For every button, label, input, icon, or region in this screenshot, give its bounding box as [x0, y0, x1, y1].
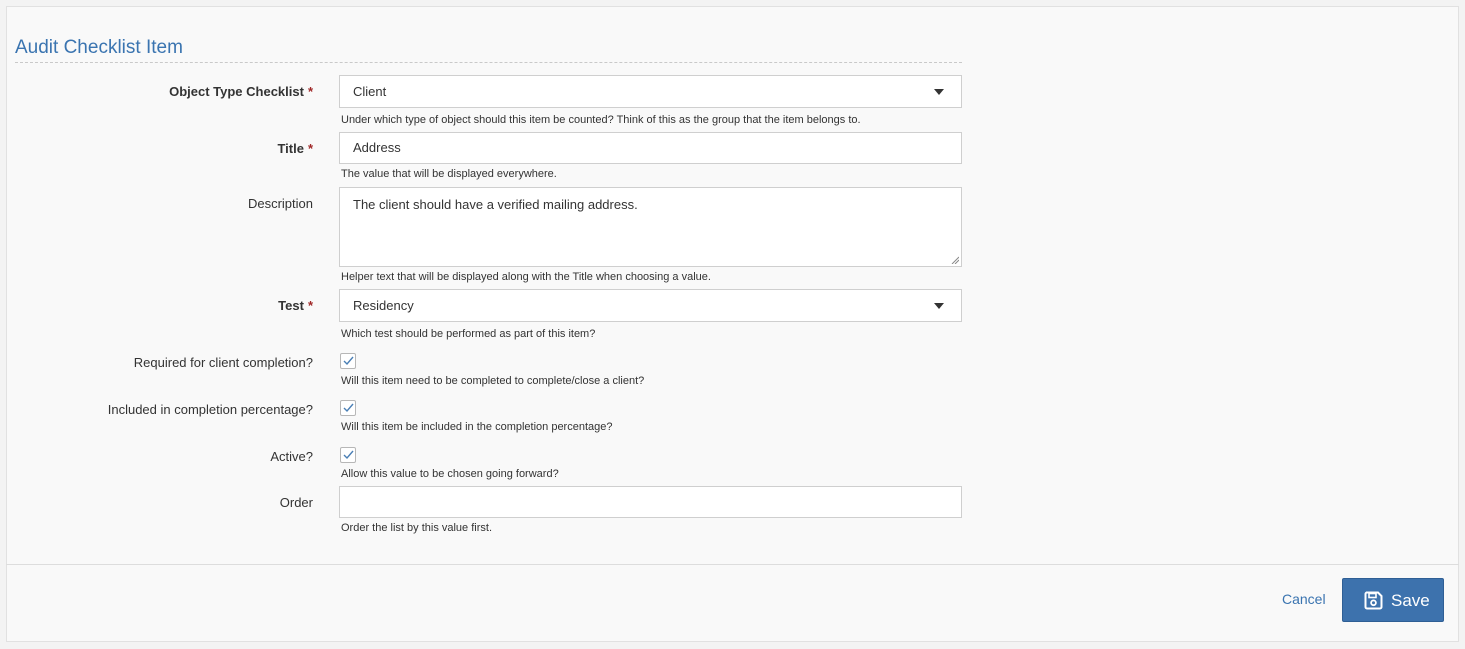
- checkmark-icon: [343, 356, 354, 366]
- required-marker: *: [307, 84, 313, 99]
- required-marker: *: [307, 298, 313, 313]
- description-value: The client should have a verified mailin…: [353, 197, 638, 212]
- active-help: Allow this value to be chosen going forw…: [341, 468, 559, 480]
- caret-down-icon: [934, 89, 944, 95]
- object-type-label-text: Object Type Checklist: [169, 84, 304, 99]
- included-percentage-help: Will this item be included in the comple…: [341, 421, 613, 433]
- title-value: Address: [353, 140, 401, 155]
- description-label: Description: [247, 196, 313, 211]
- test-label: Test *: [278, 298, 313, 313]
- included-percentage-label: Included in completion percentage?: [107, 402, 313, 417]
- checkmark-icon: [343, 450, 354, 460]
- footer-divider: [6, 564, 1459, 565]
- required-marker: *: [307, 141, 313, 156]
- description-help: Helper text that will be displayed along…: [341, 271, 711, 283]
- object-type-label: Object Type Checklist *: [169, 84, 313, 99]
- object-type-select[interactable]: Client: [339, 75, 962, 108]
- page-title: Audit Checklist Item: [15, 37, 183, 58]
- test-value: Residency: [353, 298, 414, 313]
- title-divider: [15, 62, 962, 63]
- active-checkbox[interactable]: [340, 447, 356, 463]
- test-help: Which test should be performed as part o…: [341, 328, 596, 340]
- description-textarea[interactable]: The client should have a verified mailin…: [339, 187, 962, 267]
- active-label: Active?: [270, 449, 313, 464]
- save-button[interactable]: Save: [1342, 578, 1444, 622]
- title-label-text: Title: [277, 141, 304, 156]
- cancel-button[interactable]: Cancel: [1282, 591, 1326, 607]
- title-input[interactable]: Address: [339, 132, 962, 164]
- required-completion-checkbox[interactable]: [340, 353, 356, 369]
- order-help: Order the list by this value first.: [341, 522, 492, 534]
- caret-down-icon: [934, 303, 944, 309]
- object-type-help: Under which type of object should this i…: [341, 114, 861, 126]
- test-label-text: Test: [278, 298, 304, 313]
- object-type-value: Client: [353, 84, 387, 99]
- title-label: Title *: [277, 141, 313, 156]
- required-completion-help: Will this item need to be completed to c…: [341, 375, 645, 387]
- floppy-disk-icon: [1364, 591, 1383, 610]
- resize-grip-icon[interactable]: [951, 256, 959, 264]
- order-label: Order: [279, 495, 313, 510]
- test-select[interactable]: Residency: [339, 289, 962, 322]
- order-input[interactable]: [339, 486, 962, 518]
- save-label: Save: [1391, 591, 1430, 610]
- included-percentage-checkbox[interactable]: [340, 400, 356, 416]
- required-completion-label: Required for client completion?: [133, 355, 313, 370]
- title-help: The value that will be displayed everywh…: [341, 168, 557, 180]
- checkmark-icon: [343, 403, 354, 413]
